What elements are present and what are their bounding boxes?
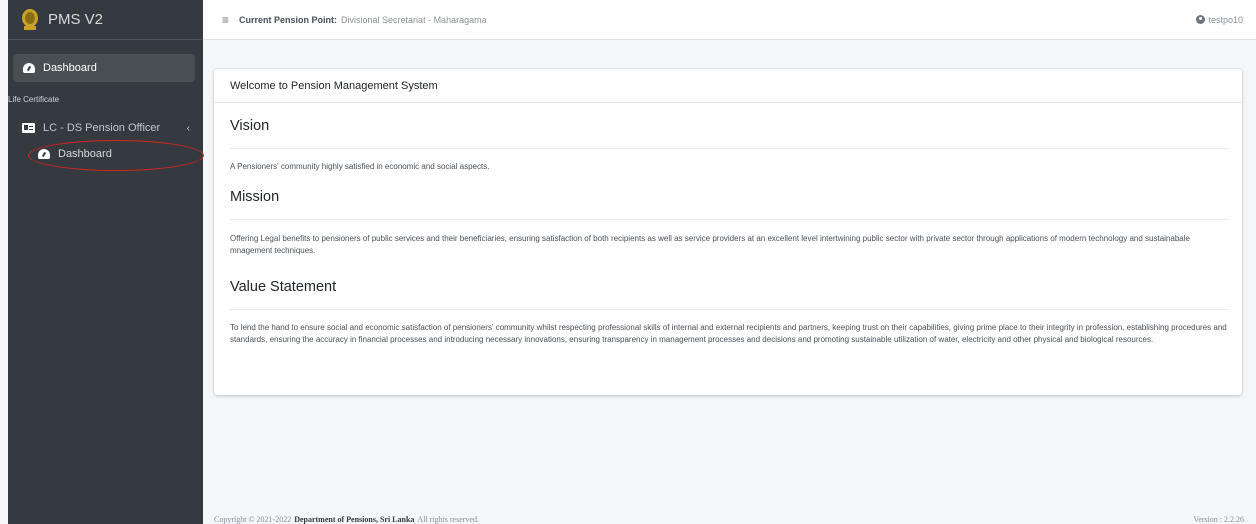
sidebar-item-dashboard[interactable]: Dashboard [13,54,195,82]
version-text: Version : 2.2.26 [1193,515,1244,524]
value-statement-heading: Value Statement [230,279,337,295]
pension-point-value: Divisional Secretariat - Maharagama [341,14,487,25]
menu-toggle-icon[interactable]: ≡ [222,13,229,27]
brand-title: PMS V2 [48,11,104,28]
card-title: Welcome to Pension Management System [214,69,1242,103]
sidebar: PMS V2 Dashboard Life Certificate LC - D… [8,0,204,524]
user-name: testpo10 [1208,14,1243,25]
mission-heading: Mission [230,189,280,205]
mission-text: Offering Legal benefits to pensioners of… [230,234,1190,255]
copyright-text: Copyright © 2021-2022 [214,515,292,524]
footer: Copyright © 2021-2022 Department of Pens… [203,511,1256,524]
emblem-icon [22,8,38,30]
dashboard-icon [23,63,35,73]
user-icon [1196,15,1206,24]
divider [230,219,1229,220]
user-menu[interactable]: testpo10 [1196,15,1243,25]
id-card-icon [22,123,35,133]
organization-link[interactable]: Department of Pensions, Sri Lanka [294,515,414,524]
divider [230,148,1229,149]
highlight-annotation [28,140,204,171]
vision-heading: Vision [230,118,270,134]
rights-text: All rights reserved. [417,515,479,524]
sidebar-section-header: Life Certificate [8,95,60,104]
sidebar-item-label: Dashboard [43,62,97,74]
brand-link[interactable]: PMS V2 [8,0,203,40]
top-navbar: ≡ Current Pension Point: Divisional Secr… [203,0,1256,40]
sidebar-item-label: LC - DS Pension Officer [43,122,161,134]
welcome-card: Welcome to Pension Management System Vis… [214,69,1242,395]
value-statement-text: To lend the hand to ensure social and ec… [230,323,1227,344]
divider [230,309,1229,310]
vision-text: A Pensioners' community highly satisfied… [230,162,490,171]
sidebar-item-lc-ds-pension-officer[interactable]: LC - DS Pension Officer ‹ [22,118,194,138]
pension-point-label: Current Pension Point: [239,14,338,25]
chevron-left-icon: ‹ [186,122,190,134]
